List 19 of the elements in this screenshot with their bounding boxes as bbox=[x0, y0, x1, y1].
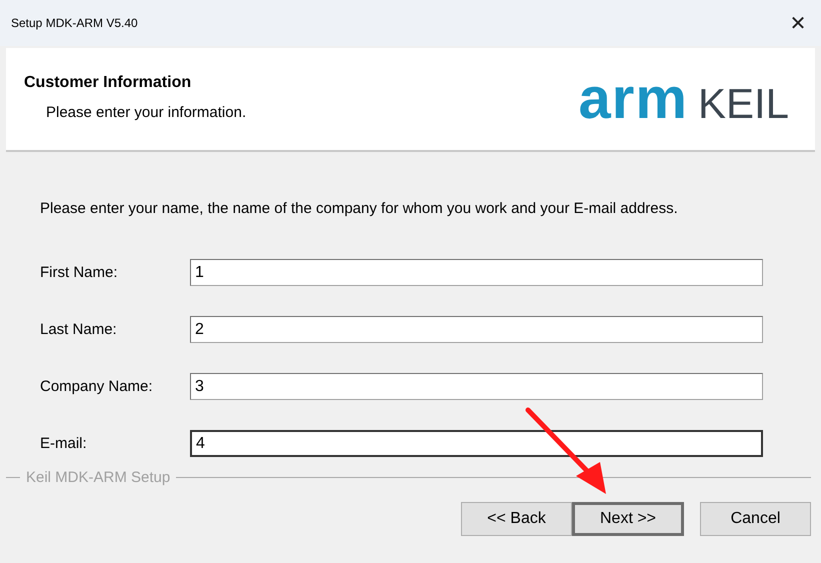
page-title: Customer Information bbox=[24, 74, 192, 92]
field-label: E-mail: bbox=[40, 435, 88, 452]
field-label: Company Name: bbox=[40, 378, 154, 395]
page-subtitle: Please enter your information. bbox=[46, 104, 246, 120]
dialog-button[interactable]: << Back bbox=[461, 502, 572, 536]
input-field[interactable]: 2 bbox=[190, 316, 763, 343]
instruction-text: Please enter your name, the name of the company for whom you work and your E-mail address. bbox=[40, 200, 679, 217]
input-field[interactable]: 1 bbox=[190, 259, 763, 286]
logo-product: KEIL bbox=[698, 83, 789, 125]
group-label: Keil MDK-ARM Setup bbox=[26, 469, 170, 486]
input-field[interactable]: 4 bbox=[190, 430, 763, 457]
logo-brand: arm bbox=[578, 70, 688, 128]
input-field[interactable]: 3 bbox=[190, 373, 763, 400]
close-button[interactable]: ✕ bbox=[775, 0, 821, 46]
window-title: Setup MDK-ARM V5.40 bbox=[11, 16, 138, 30]
field-label: Last Name: bbox=[40, 321, 118, 338]
field-label: First Name: bbox=[40, 264, 119, 281]
dialog-button[interactable]: Next >> bbox=[572, 502, 684, 536]
dialog-button[interactable]: Cancel bbox=[700, 502, 811, 536]
